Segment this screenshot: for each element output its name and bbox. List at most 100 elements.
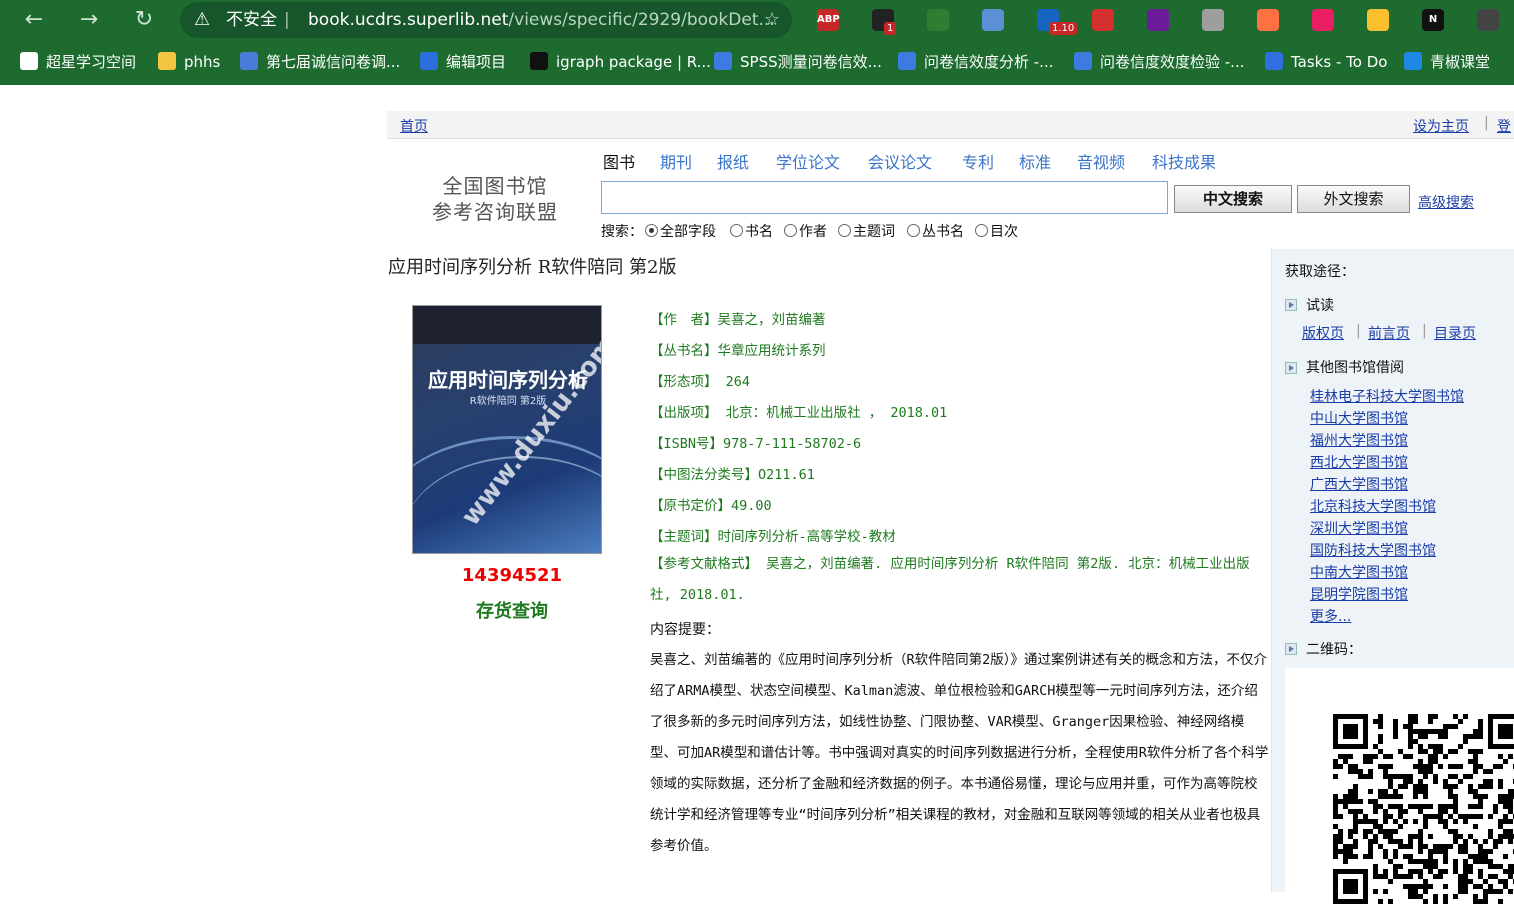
bookmark-item[interactable]: SPSS测量问卷信效...	[714, 50, 882, 74]
scope-radio[interactable]: 作者	[784, 221, 827, 241]
library-link[interactable]: 北京科技大学图书馆	[1310, 496, 1436, 516]
qr-module	[1423, 859, 1428, 864]
home-link[interactable]: 首页	[400, 116, 428, 136]
qr-module	[1503, 759, 1508, 764]
library-link[interactable]: 福州大学图书馆	[1310, 430, 1408, 450]
foreign-search-button[interactable]: 外文搜索	[1297, 185, 1410, 213]
qr-module	[1478, 729, 1483, 734]
qr-module	[1478, 719, 1483, 724]
library-link[interactable]: 广西大学图书馆	[1310, 474, 1408, 494]
url-text[interactable]: book.ucdrs.superlib.net/views/specific/2…	[308, 2, 775, 38]
ext-10-icon[interactable]	[1312, 9, 1334, 31]
category-tab[interactable]: 标准	[1019, 149, 1051, 173]
qr-module	[1333, 804, 1338, 809]
library-link[interactable]: 桂林电子科技大学图书馆	[1310, 386, 1464, 406]
qr-module	[1333, 854, 1338, 859]
ext-3-icon[interactable]	[927, 9, 949, 31]
copyright-page-link[interactable]: 版权页	[1302, 323, 1344, 343]
category-tab[interactable]: 专利	[962, 149, 994, 173]
search-input[interactable]	[601, 181, 1168, 214]
qr-module	[1503, 819, 1508, 824]
metadata-value: 49.00	[731, 498, 772, 514]
chinese-search-button[interactable]: 中文搜索	[1174, 185, 1292, 213]
ext-6-icon[interactable]	[1092, 9, 1114, 31]
ext-13-icon[interactable]	[1477, 9, 1499, 31]
radio-button-icon[interactable]	[784, 224, 797, 237]
scope-radio[interactable]: 主题词	[838, 221, 895, 241]
qr-module	[1453, 804, 1458, 809]
scope-radio[interactable]: 丛书名	[907, 221, 964, 241]
qr-module	[1468, 734, 1473, 739]
scope-radio[interactable]: 书名	[730, 221, 773, 241]
radio-button-icon[interactable]	[975, 224, 988, 237]
bookmark-item[interactable]: 编辑项目	[420, 50, 506, 74]
bookmark-star-icon[interactable]: ☆	[764, 2, 780, 38]
qr-module	[1333, 794, 1338, 799]
library-link[interactable]: 西北大学图书馆	[1310, 452, 1408, 472]
bookmark-label: phhs	[184, 53, 221, 71]
radio-button-icon[interactable]	[838, 224, 851, 237]
qr-module	[1443, 729, 1448, 734]
more-libraries-link[interactable]: 更多...	[1310, 606, 1351, 626]
category-tab[interactable]: 会议论文	[868, 149, 932, 173]
qr-module	[1403, 809, 1408, 814]
bookmark-item[interactable]: Tasks - To Do	[1265, 50, 1387, 74]
category-tab[interactable]: 学位论文	[776, 149, 840, 173]
ext-9-icon[interactable]	[1257, 9, 1279, 31]
address-bar[interactable]: ⚠ 不安全 | book.ucdrs.superlib.net/views/sp…	[180, 2, 792, 38]
login-link[interactable]: 登	[1497, 116, 1511, 136]
category-tab[interactable]: 音视频	[1077, 149, 1125, 173]
insecure-label[interactable]: 不安全	[226, 2, 277, 38]
warning-icon[interactable]: ⚠	[194, 2, 210, 38]
library-link[interactable]: 中南大学图书馆	[1310, 562, 1408, 582]
library-link[interactable]: 国防科技大学图书馆	[1310, 540, 1436, 560]
qr-module	[1473, 859, 1478, 864]
library-link[interactable]: 昆明学院图书馆	[1310, 584, 1408, 604]
radio-button-icon[interactable]	[907, 224, 920, 237]
scope-radio[interactable]: 全部字段	[645, 221, 716, 241]
qr-module	[1458, 834, 1463, 839]
radio-button-icon[interactable]	[730, 224, 743, 237]
forward-arrow-icon[interactable]: →	[75, 6, 103, 34]
library-link[interactable]: 深圳大学图书馆	[1310, 518, 1408, 538]
ext-8-icon[interactable]	[1202, 9, 1224, 31]
expand-arrow-icon[interactable]	[1285, 643, 1297, 655]
ext-4-icon[interactable]	[982, 9, 1004, 31]
qr-module	[1413, 804, 1418, 809]
expand-arrow-icon[interactable]	[1285, 362, 1297, 374]
reload-icon[interactable]: ↻	[130, 6, 158, 34]
bookmark-item[interactable]: phhs	[158, 50, 220, 74]
category-tab[interactable]: 报纸	[717, 149, 749, 173]
ext-7-icon[interactable]	[1147, 9, 1169, 31]
abp-icon[interactable]: ABP	[817, 9, 840, 31]
preface-page-link[interactable]: 前言页	[1368, 323, 1410, 343]
qr-module	[1423, 814, 1428, 819]
set-home-link[interactable]: 设为主页	[1413, 116, 1469, 136]
book-cover-image[interactable]: 应用时间序列分析 R软件陪同 第2版 www.duxiu.com	[412, 305, 602, 554]
category-tab[interactable]: 图书	[603, 149, 635, 173]
bookmark-item[interactable]: igraph package | R...	[530, 50, 711, 74]
bookmark-item[interactable]: 第七届诚信问卷调...	[240, 50, 400, 74]
site-logo[interactable]: 全国图书馆 参考咨询联盟	[420, 173, 570, 225]
qr-module	[1428, 869, 1433, 874]
radio-button-icon[interactable]	[645, 224, 658, 237]
bookmark-item[interactable]: 超星学习空间	[20, 50, 136, 74]
qr-module	[1493, 874, 1498, 879]
category-tab[interactable]: 期刊	[660, 149, 692, 173]
advanced-search-link[interactable]: 高级搜索	[1418, 192, 1474, 212]
scope-radio[interactable]: 目次	[975, 221, 1018, 241]
stock-check-link[interactable]: 存货查询	[412, 597, 612, 623]
ext-11-icon[interactable]	[1367, 9, 1389, 31]
bookmark-item[interactable]: 问卷信度效度检验 -...	[1074, 50, 1245, 74]
library-link[interactable]: 中山大学图书馆	[1310, 408, 1408, 428]
category-tab[interactable]: 科技成果	[1152, 149, 1216, 173]
toc-page-link[interactable]: 目录页	[1434, 323, 1476, 343]
expand-arrow-icon[interactable]	[1285, 299, 1297, 311]
qr-module	[1338, 764, 1343, 769]
bookmark-item[interactable]: 问卷信效度分析 -...	[898, 50, 1054, 74]
qr-module	[1353, 799, 1358, 804]
bookmark-item[interactable]: 青椒课堂	[1404, 50, 1490, 74]
qr-module	[1418, 759, 1423, 764]
ext-12-icon[interactable]: N	[1422, 9, 1444, 31]
back-arrow-icon[interactable]: ←	[20, 6, 48, 34]
